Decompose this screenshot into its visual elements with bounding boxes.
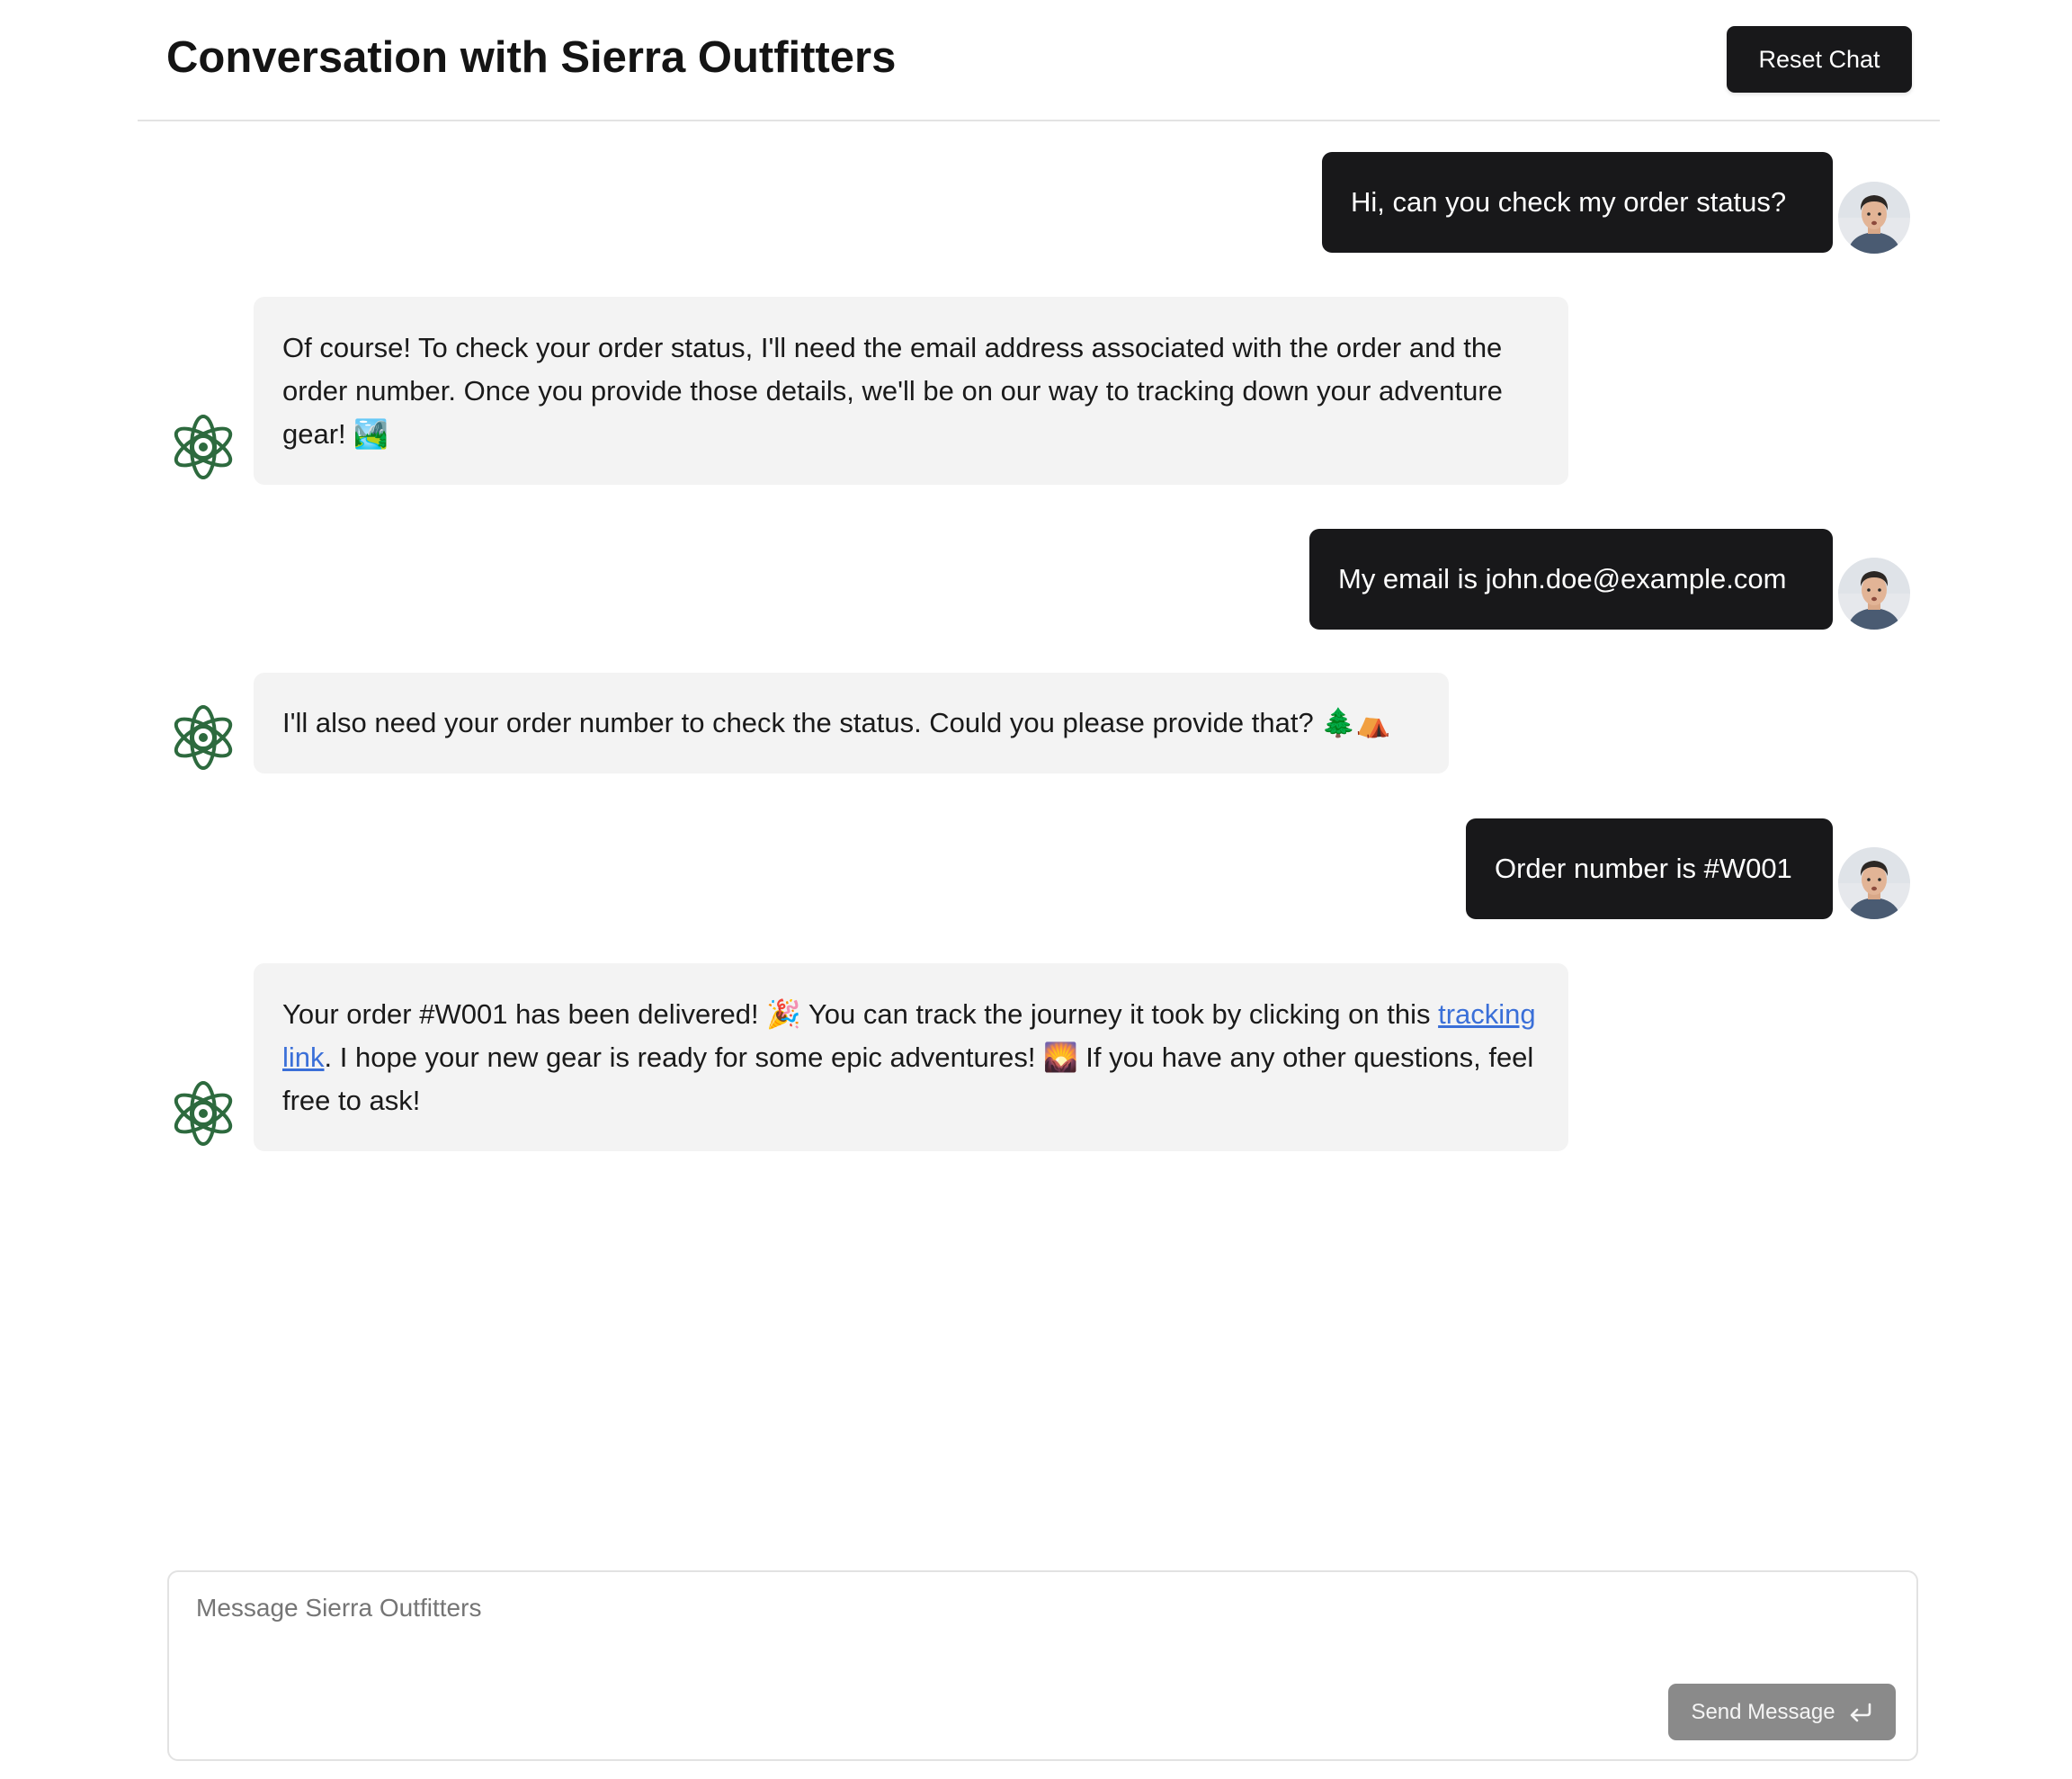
chat-page: Conversation with Sierra Outfitters Rese… xyxy=(0,0,2072,1779)
assistant-message-text: Of course! To check your order status, I… xyxy=(282,332,1503,450)
sierra-logo-icon xyxy=(174,705,233,770)
assistant-message-text: I'll also need your order number to chec… xyxy=(282,707,1391,738)
reset-chat-button[interactable]: Reset Chat xyxy=(1727,26,1912,93)
sierra-logo-icon xyxy=(174,1081,233,1146)
assistant-avatar xyxy=(167,411,239,483)
user-avatar xyxy=(1838,847,1910,919)
user-message: Order number is #W001 xyxy=(1466,818,1833,919)
user-avatar xyxy=(1838,182,1910,254)
message-composer: Send Message xyxy=(167,1570,1918,1761)
user-avatar-photo xyxy=(1838,558,1910,630)
user-avatar-photo xyxy=(1838,182,1910,254)
chat-header: Conversation with Sierra Outfitters Rese… xyxy=(138,0,1940,121)
enter-return-icon xyxy=(1850,1703,1871,1721)
user-message: Hi, can you check my order status? xyxy=(1322,152,1833,253)
assistant-avatar xyxy=(167,1077,239,1149)
user-avatar-photo xyxy=(1838,847,1910,919)
assistant-message: I'll also need your order number to chec… xyxy=(254,673,1449,773)
send-message-label: Send Message xyxy=(1691,1699,1835,1724)
page-title: Conversation with Sierra Outfitters xyxy=(166,33,897,82)
message-input[interactable] xyxy=(196,1594,1887,1693)
assistant-message: Of course! To check your order status, I… xyxy=(254,297,1568,485)
user-message: My email is john.doe@example.com xyxy=(1309,529,1833,630)
sierra-logo-icon xyxy=(174,415,233,479)
send-message-button[interactable]: Send Message xyxy=(1668,1684,1896,1740)
assistant-text-after-link: . I hope your new gear is ready for some… xyxy=(282,1041,1534,1116)
assistant-avatar xyxy=(167,702,239,773)
assistant-text-before-link: Your order #W001 has been delivered! 🎉 Y… xyxy=(282,998,1439,1030)
user-avatar xyxy=(1838,558,1910,630)
assistant-message-text: Your order #W001 has been delivered! 🎉 Y… xyxy=(282,993,1540,1122)
assistant-message: Your order #W001 has been delivered! 🎉 Y… xyxy=(254,963,1568,1151)
